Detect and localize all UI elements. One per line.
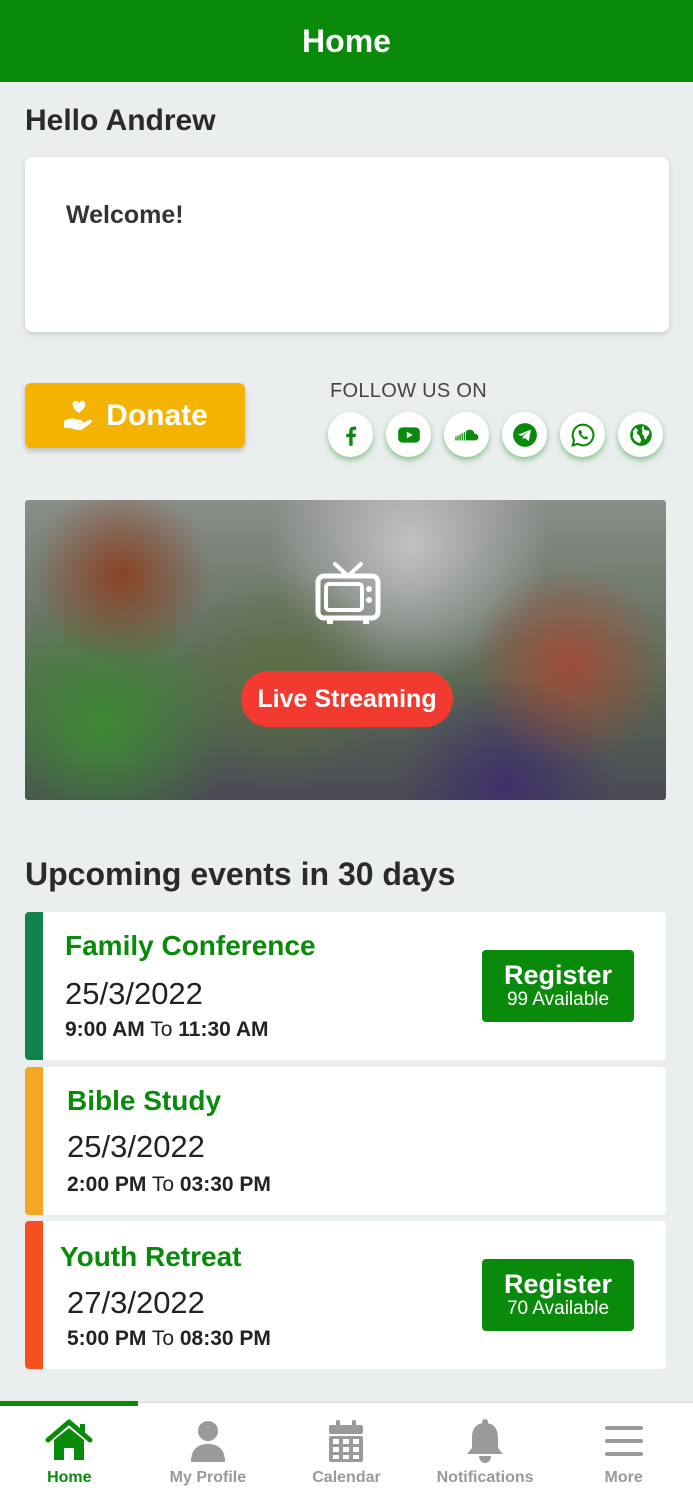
whatsapp-button[interactable] <box>560 412 605 457</box>
event-end-time: 03:30 PM <box>179 1173 271 1196</box>
telegram-icon <box>512 422 537 447</box>
follow-label: FOLLOW US ON <box>330 380 487 402</box>
nav-item-calendar[interactable]: Calendar <box>277 1403 416 1500</box>
bottom-navigation: Home My Profile Calendar Notifications M… <box>0 1402 693 1500</box>
nav-label: My Profile <box>169 1469 247 1486</box>
nav-label: More <box>604 1469 643 1486</box>
event-time: 5:00 PM To 08:30 PM <box>67 1327 271 1351</box>
donate-button[interactable]: Donate <box>25 383 245 448</box>
event-date: 25/3/2022 <box>67 1129 205 1164</box>
welcome-text: Welcome! <box>66 201 184 229</box>
home-icon <box>45 1419 93 1460</box>
donate-hand-heart-icon <box>64 400 92 430</box>
soundcloud-icon <box>454 429 478 440</box>
calendar-icon <box>329 1420 364 1462</box>
event-color-bar <box>25 1067 43 1215</box>
event-color-bar <box>25 1221 43 1369</box>
event-end-time: 11:30 AM <box>178 1018 269 1041</box>
soundcloud-button[interactable] <box>444 412 489 457</box>
telegram-button[interactable] <box>502 412 547 457</box>
event-time-separator: To <box>150 1018 173 1041</box>
event-start-time: 5:00 PM <box>67 1327 147 1350</box>
event-card[interactable]: Bible Study 25/3/2022 2:00 PM To 03:30 P… <box>25 1067 666 1215</box>
app-header: Home <box>0 0 693 82</box>
welcome-card: Welcome! <box>25 157 669 332</box>
live-streaming-button[interactable]: Live Streaming <box>241 671 453 727</box>
event-card[interactable]: Family Conference 25/3/2022 9:00 AM To 1… <box>25 912 666 1060</box>
event-time-separator: To <box>151 1327 175 1350</box>
event-date: 25/3/2022 <box>65 976 203 1011</box>
user-icon <box>190 1421 225 1462</box>
live-streaming-card[interactable]: Live Streaming <box>25 500 666 800</box>
event-card[interactable]: Youth Retreat 27/3/2022 5:00 PM To 08:30… <box>25 1221 666 1369</box>
register-availability: 99 Available <box>506 989 610 1010</box>
social-links <box>328 412 663 457</box>
website-button[interactable] <box>618 412 663 457</box>
event-date: 27/3/2022 <box>67 1285 205 1320</box>
nav-item-my-profile[interactable]: My Profile <box>139 1403 278 1500</box>
whatsapp-icon <box>570 423 594 447</box>
event-start-time: 9:00 AM <box>65 1018 145 1041</box>
register-label: Register <box>503 1269 613 1299</box>
event-end-time: 08:30 PM <box>179 1327 271 1350</box>
facebook-icon <box>345 426 356 446</box>
nav-label: Home <box>47 1469 92 1486</box>
nav-active-indicator <box>0 1401 138 1406</box>
nav-item-home[interactable]: Home <box>0 1403 139 1500</box>
youtube-button[interactable] <box>386 412 431 457</box>
youtube-icon <box>397 426 420 443</box>
events-heading: Upcoming events in 30 days <box>25 856 456 892</box>
nav-item-more[interactable]: More <box>554 1403 693 1500</box>
tv-icon <box>315 562 381 624</box>
greeting: Hello Andrew <box>25 104 216 137</box>
event-title: Youth Retreat <box>60 1241 242 1272</box>
event-title: Family Conference <box>65 930 316 961</box>
facebook-button[interactable] <box>328 412 373 457</box>
event-color-bar <box>25 912 43 1060</box>
register-availability: 70 Available <box>506 1298 610 1319</box>
register-button[interactable]: Register 99 Available <box>482 950 634 1022</box>
globe-icon <box>629 423 652 446</box>
event-title: Bible Study <box>67 1085 222 1116</box>
menu-icon <box>604 1426 643 1456</box>
page-title: Home <box>302 22 391 59</box>
bell-icon <box>467 1419 504 1463</box>
donate-label: Donate <box>106 398 208 432</box>
event-time-separator: To <box>151 1173 175 1196</box>
event-start-time: 2:00 PM <box>67 1173 147 1196</box>
nav-item-notifications[interactable]: Notifications <box>416 1403 555 1500</box>
register-label: Register <box>503 960 613 990</box>
nav-label: Notifications <box>436 1469 534 1486</box>
event-time: 9:00 AM To 11:30 AM <box>65 1018 269 1042</box>
nav-label: Calendar <box>312 1469 381 1486</box>
register-button[interactable]: Register 70 Available <box>482 1259 634 1331</box>
event-time: 2:00 PM To 03:30 PM <box>67 1173 271 1197</box>
